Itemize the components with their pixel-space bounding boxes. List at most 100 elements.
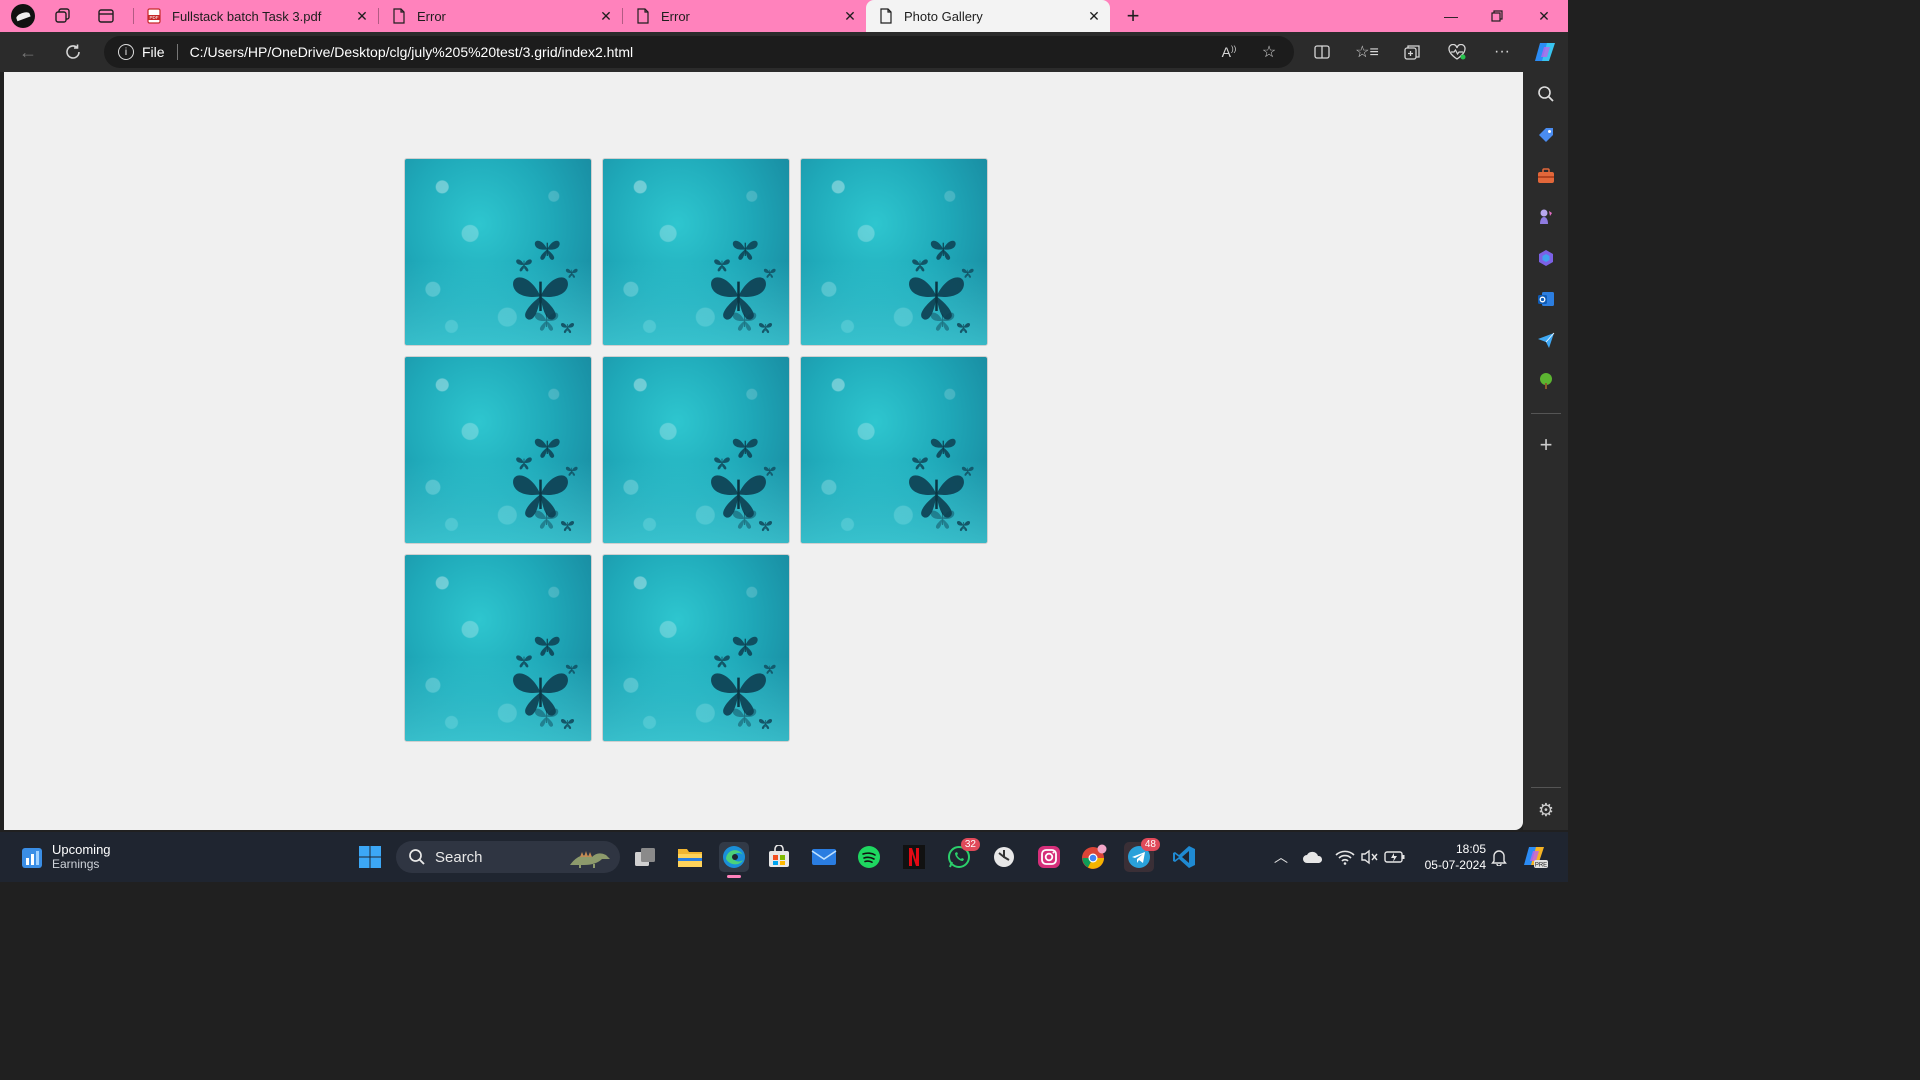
new-tab-button[interactable]: + bbox=[1120, 3, 1146, 29]
plus-icon: + bbox=[1539, 432, 1553, 457]
minimize-button[interactable]: — bbox=[1428, 0, 1474, 32]
sidebar-settings-button[interactable]: ⚙ bbox=[1534, 798, 1558, 822]
mail-button[interactable] bbox=[809, 842, 839, 872]
read-aloud-button[interactable]: A)) bbox=[1214, 38, 1244, 66]
battery-button[interactable] bbox=[1380, 842, 1410, 872]
start-button[interactable] bbox=[355, 842, 385, 872]
whatsapp-button[interactable]: 32 bbox=[944, 838, 980, 872]
gallery-photo[interactable] bbox=[404, 356, 592, 544]
split-screen-button[interactable] bbox=[1307, 38, 1337, 66]
star-icon: ☆ bbox=[1261, 44, 1277, 61]
butterfly-icon bbox=[930, 510, 955, 529]
tab-error-2[interactable]: Error ✕ bbox=[623, 0, 866, 32]
copilot-button[interactable] bbox=[1530, 38, 1560, 66]
avatar-icon bbox=[11, 4, 35, 28]
close-icon[interactable]: ✕ bbox=[594, 4, 618, 28]
tab-label: Fullstack batch Task 3.pdf bbox=[172, 8, 322, 24]
chrome-button[interactable] bbox=[1079, 842, 1109, 872]
gallery-photo[interactable] bbox=[602, 356, 790, 544]
sidebar-games-button[interactable] bbox=[1534, 205, 1558, 229]
restore-button[interactable] bbox=[1474, 0, 1520, 32]
sidebar-drop-button[interactable] bbox=[1534, 328, 1558, 352]
info-icon[interactable]: i bbox=[118, 44, 134, 60]
page-viewport bbox=[4, 72, 1523, 830]
close-icon[interactable]: ✕ bbox=[350, 4, 374, 28]
store-icon bbox=[769, 845, 789, 867]
clock-app-button[interactable] bbox=[989, 842, 1019, 872]
sidebar-tree-button[interactable] bbox=[1534, 369, 1558, 393]
back-button[interactable]: ← bbox=[13, 38, 43, 66]
toolbox-icon bbox=[1538, 168, 1554, 183]
file-explorer-button[interactable] bbox=[675, 842, 705, 872]
tab-error-1[interactable]: Error ✕ bbox=[379, 0, 622, 32]
gallery-photo[interactable] bbox=[602, 158, 790, 346]
sidebar-search-button[interactable] bbox=[1534, 82, 1558, 106]
wifi-icon bbox=[1335, 850, 1355, 865]
favorites-list-icon: ☆≡ bbox=[1355, 44, 1379, 61]
sidebar-add-button[interactable]: + bbox=[1534, 432, 1558, 457]
butterfly-icon bbox=[930, 312, 955, 331]
favorites-button[interactable]: ☆≡ bbox=[1352, 38, 1382, 66]
gallery-photo[interactable] bbox=[404, 554, 592, 742]
clock-time: 18:05 bbox=[1455, 842, 1486, 856]
gear-icon: ⚙ bbox=[1537, 799, 1555, 820]
tab-photo-gallery[interactable]: Photo Gallery ✕ bbox=[866, 0, 1110, 32]
sidebar-shopping-button[interactable] bbox=[1534, 123, 1558, 147]
spotify-button[interactable] bbox=[854, 842, 884, 872]
instagram-button[interactable] bbox=[1034, 842, 1064, 872]
url-field[interactable]: i File C:/Users/HP/OneDrive/Desktop/clg/… bbox=[104, 36, 1294, 68]
telegram-button[interactable]: 48 bbox=[1124, 838, 1160, 872]
butterfly-icon bbox=[732, 240, 758, 260]
search-icon bbox=[1538, 86, 1554, 102]
tab-label: Photo Gallery bbox=[904, 8, 983, 24]
butterfly-icon bbox=[732, 438, 758, 458]
gallery-photo[interactable] bbox=[800, 158, 988, 346]
battery-charging-icon bbox=[1384, 851, 1405, 863]
butterfly-icon bbox=[961, 466, 974, 476]
task-view-button[interactable] bbox=[630, 842, 660, 872]
restore-icon bbox=[1491, 10, 1503, 22]
clock-area[interactable]: 18:05 05-07-2024 bbox=[1412, 841, 1486, 873]
spotify-icon bbox=[858, 846, 880, 868]
sidebar-outlook-button[interactable] bbox=[1534, 287, 1558, 311]
url-text[interactable]: C:/Users/HP/OneDrive/Desktop/clg/july%20… bbox=[190, 44, 634, 60]
widgets-button[interactable]: Upcoming Earnings bbox=[20, 842, 111, 872]
scheme-label: File bbox=[142, 44, 165, 60]
vscode-icon bbox=[1173, 846, 1195, 868]
chrome-icon bbox=[1082, 844, 1107, 869]
store-button[interactable] bbox=[764, 842, 794, 872]
workspaces-button[interactable] bbox=[50, 3, 76, 29]
sidebar-m365-button[interactable] bbox=[1534, 246, 1558, 270]
butterfly-icon bbox=[534, 438, 560, 458]
gallery-photo[interactable] bbox=[602, 554, 790, 742]
page-icon bbox=[391, 8, 407, 24]
vscode-button[interactable] bbox=[1169, 842, 1199, 872]
close-window-button[interactable]: ✕ bbox=[1521, 0, 1567, 32]
refresh-button[interactable] bbox=[58, 38, 88, 66]
taskbar-search[interactable]: Search bbox=[396, 841, 620, 873]
favorite-button[interactable]: ☆ bbox=[1254, 38, 1284, 66]
butterfly-icon bbox=[930, 240, 956, 260]
close-icon[interactable]: ✕ bbox=[838, 4, 862, 28]
collections-button[interactable] bbox=[1397, 38, 1427, 66]
edge-taskbar-button[interactable] bbox=[719, 842, 749, 878]
gallery-photo[interactable] bbox=[404, 158, 592, 346]
onedrive-button[interactable] bbox=[1298, 842, 1328, 872]
notifications-button[interactable] bbox=[1484, 842, 1514, 872]
gallery-photo[interactable] bbox=[800, 356, 988, 544]
profile-avatar[interactable] bbox=[10, 3, 36, 29]
close-icon: ✕ bbox=[1538, 7, 1550, 24]
browser-essentials-button[interactable] bbox=[1442, 38, 1472, 66]
copilot-taskbar-button[interactable]: PRE bbox=[1520, 842, 1550, 872]
tab-actions-button[interactable] bbox=[93, 3, 119, 29]
netflix-button[interactable] bbox=[899, 842, 929, 872]
sidebar-tools-button[interactable] bbox=[1534, 164, 1558, 188]
show-hidden-icons-button[interactable]: ︿ bbox=[1266, 842, 1296, 872]
telegram-badge: 48 bbox=[1140, 838, 1160, 851]
office-icon bbox=[1539, 250, 1553, 266]
more-menu-button[interactable]: ··· bbox=[1487, 38, 1517, 66]
svg-text:PDF: PDF bbox=[150, 15, 159, 20]
close-icon[interactable]: ✕ bbox=[1082, 4, 1106, 28]
tab-bar: PDF Fullstack batch Task 3.pdf ✕ Error ✕… bbox=[0, 0, 1568, 32]
tab-pdf[interactable]: PDF Fullstack batch Task 3.pdf ✕ bbox=[134, 0, 378, 32]
